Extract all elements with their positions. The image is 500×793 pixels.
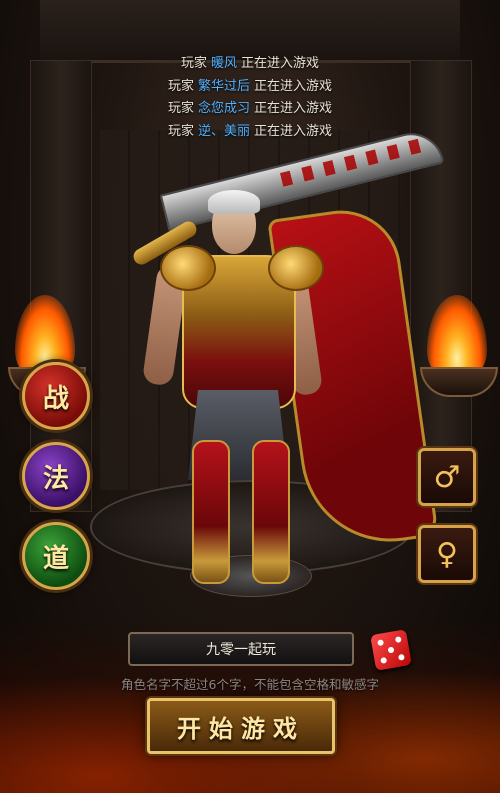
notice-prefix: 玩家 <box>167 123 194 139</box>
login-notice: 玩家 逆、美丽 正在进入游戏 <box>0 121 500 144</box>
notice-player-name: 念您成习 <box>197 101 250 116</box>
login-notice-list: 玩家 暖风 正在进入游戏 玩家 繁华过后 正在进入游戏 玩家 念您成习 正在进入游戏 玩家逆… <box>0 53 500 143</box>
character-leg-left <box>192 440 230 584</box>
character-preview <box>120 126 460 590</box>
login-notice: 玩家 暖风 正在进入游戏 <box>0 53 500 76</box>
dice-pip <box>397 653 405 661</box>
notice-suffix: 正在进入游戏 <box>254 123 333 139</box>
dice-pip <box>380 656 388 664</box>
notice-prefix: 玩家 <box>180 56 207 71</box>
character-pauldron-left <box>160 245 216 291</box>
notice-prefix: 玩家 <box>167 78 194 94</box>
notice-prefix: 玩家 <box>167 101 194 116</box>
random-name-dice-button[interactable] <box>370 629 412 671</box>
class-warrior-button[interactable]: 战 <box>22 362 90 430</box>
class-taoist-button[interactable]: 道 <box>22 522 90 590</box>
start-game-button[interactable]: 开始游戏 <box>147 698 335 754</box>
class-mage-button[interactable]: 法 <box>22 442 90 510</box>
male-icon: ♂ <box>433 459 461 495</box>
notice-player-name: 暖风 <box>210 56 237 71</box>
notice-suffix: 正在进入游戏 <box>241 56 320 71</box>
character-leg-right <box>252 440 290 584</box>
female-icon: ♀ <box>436 536 458 572</box>
notice-player-name: 逆、美丽 <box>197 123 250 139</box>
login-notice: 玩家 念您成习 正在进入游戏 <box>0 98 500 121</box>
login-notice: 玩家 繁华过后 正在进入游戏 <box>0 76 500 99</box>
dice-pip <box>394 636 402 644</box>
gender-female-button[interactable]: ♀ <box>418 525 476 583</box>
character-name-input[interactable] <box>128 632 354 666</box>
dice-pip <box>377 639 385 647</box>
name-rule-hint: 角色名字不超过6个字，不能包含空格和敏感字 <box>121 677 379 692</box>
notice-suffix: 正在进入游戏 <box>254 101 333 116</box>
notice-suffix: 正在进入游戏 <box>254 78 333 94</box>
character-hair <box>208 190 260 214</box>
character-pauldron-right <box>268 245 324 291</box>
notice-player-name: 繁华过后 <box>197 78 250 94</box>
dice-pip <box>387 646 395 654</box>
gender-male-button[interactable]: ♂ <box>418 448 476 506</box>
